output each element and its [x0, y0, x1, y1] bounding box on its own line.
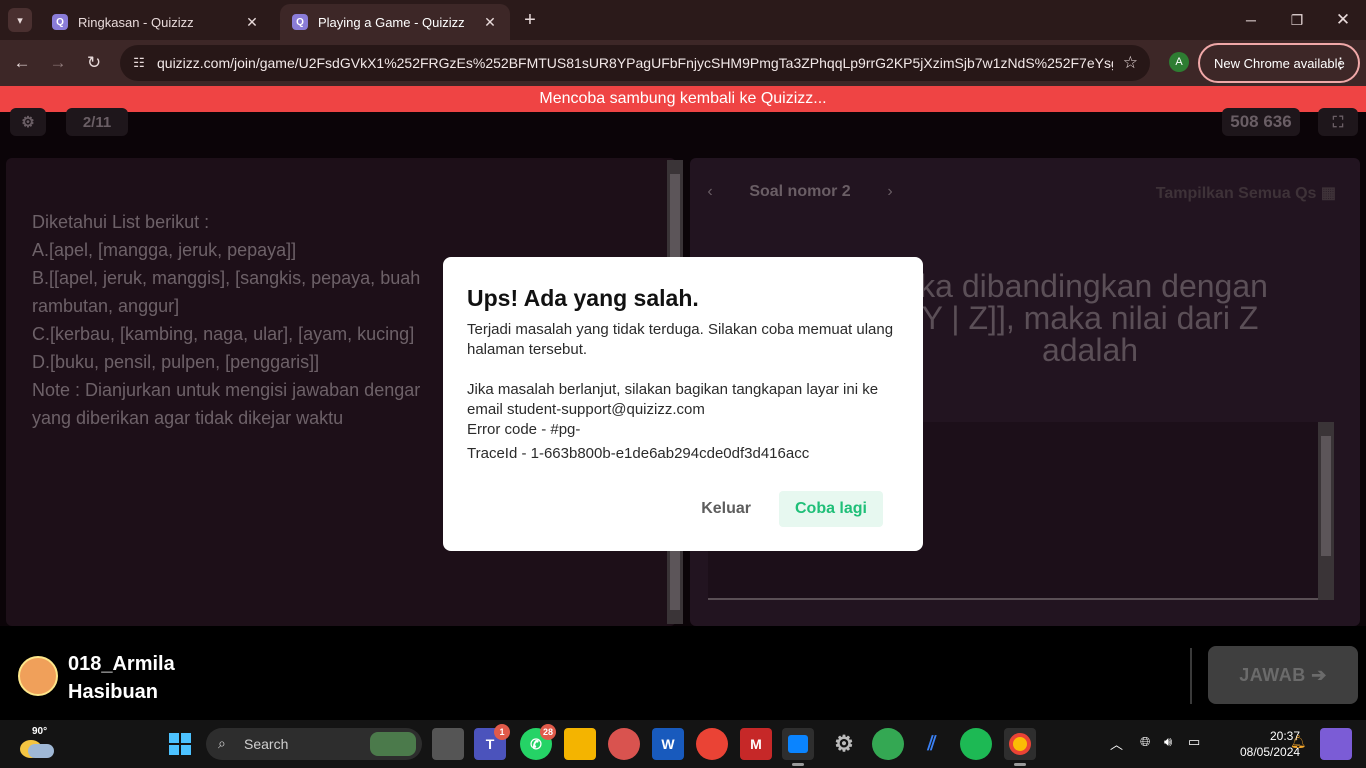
minimize-icon[interactable]: ─	[1228, 0, 1274, 40]
player-name-line: 018_Armila	[68, 653, 175, 675]
show-all-label: Tampilkan Semua Qs	[1155, 185, 1317, 202]
right-scrollbar[interactable]	[1318, 422, 1334, 600]
active-indicator	[792, 763, 804, 766]
browser-tab-strip: ▾ Q Ringkasan - Quizizz ✕ Q Playing a Ga…	[0, 0, 1366, 40]
question-nav: ‹ Soal nomor 2 ›	[690, 172, 910, 212]
back-arrow-icon[interactable]: ←	[8, 49, 36, 77]
cloud-icon	[28, 744, 54, 758]
player-name: 018_Armila Hasibuan	[68, 650, 175, 706]
volume-icon[interactable]: 🔊︎	[1164, 734, 1172, 750]
quizizz-favicon-icon: Q	[292, 14, 308, 30]
weather-widget[interactable]: 90°	[18, 726, 54, 762]
tray-chevron-icon[interactable]: ︿	[1110, 734, 1123, 753]
site-info-icon[interactable]: ☷	[130, 54, 148, 72]
settings-icon[interactable]: ⚙	[828, 728, 860, 760]
reload-icon[interactable]: ↻	[80, 49, 108, 77]
banner-text: Mencoba sambung kembali ke Quizizz...	[539, 90, 827, 107]
mendeley-icon[interactable]: M	[740, 728, 772, 760]
grid-icon: ▦	[1320, 185, 1336, 202]
tab-playing-game[interactable]: Q Playing a Game - Quizizz ✕	[280, 4, 510, 40]
chrome-profile-w-icon[interactable]	[872, 728, 904, 760]
trace-id: TraceId - 1-663b800b-e1de6ab294cde0df3d4…	[467, 445, 810, 462]
submit-label: JAWAB	[1239, 664, 1306, 685]
close-window-icon[interactable]: ✕	[1320, 0, 1366, 40]
dialog-support-message: Jika masalah berlanjut, silakan bagikan …	[467, 381, 879, 418]
app-owl-icon[interactable]	[608, 728, 640, 760]
dialog-actions: Keluar Coba lagi	[679, 491, 883, 527]
show-all-questions-button[interactable]: Tampilkan Semua Qs ▦	[1156, 183, 1336, 203]
dialog-message: Terjadi masalah yang tidak terduga. Sila…	[467, 321, 894, 358]
browser-toolbar: ← → ↻ ☷ quizizz.com/join/game/U2FsdGVkX1…	[0, 40, 1366, 86]
question-number-label: Soal nomor 2	[749, 183, 851, 200]
retry-button[interactable]: Coba lagi	[778, 491, 883, 527]
player-name-line: Hasibuan	[68, 681, 159, 703]
forward-arrow-icon[interactable]: →	[44, 49, 72, 77]
copilot-icon[interactable]	[1320, 728, 1352, 760]
tab-ringkasan[interactable]: Q Ringkasan - Quizizz ✕	[40, 4, 272, 40]
fullscreen-icon[interactable]: ⛶	[1318, 108, 1358, 136]
taskbar-search[interactable]: ⌕ Search	[206, 728, 422, 760]
scrollbar-thumb[interactable]	[1321, 436, 1331, 556]
tab-search-chevron-icon[interactable]: ▾	[8, 8, 32, 32]
search-highlight-icon	[370, 732, 416, 756]
active-indicator	[1014, 763, 1026, 766]
tab-label: Ringkasan - Quizizz	[78, 14, 194, 30]
teams-badge: 1	[494, 724, 510, 740]
whatsapp-badge: 28	[539, 724, 556, 740]
battery-icon[interactable]: ▭	[1188, 734, 1200, 750]
app-slash-icon[interactable]: ⫽	[916, 728, 948, 760]
search-label: Search	[244, 736, 289, 752]
footer-divider	[1190, 648, 1192, 704]
submit-answer-button[interactable]: JAWAB ➔	[1208, 646, 1358, 704]
network-globe-icon[interactable]: 🌐︎	[1140, 734, 1150, 750]
store-bag-icon	[788, 735, 808, 753]
spotify-icon[interactable]	[960, 728, 992, 760]
windows-taskbar: 90° ⌕ Search T1 ✆ 28 W M ⚙ ⫽ ︿ 🌐︎ 🔊︎ ▭ 20…	[0, 720, 1366, 768]
tab-label: Playing a Game - Quizizz	[318, 14, 465, 30]
start-windows-icon[interactable]	[164, 728, 196, 760]
exit-button[interactable]: Keluar	[679, 491, 773, 527]
tab-close-icon[interactable]: ✕	[244, 14, 260, 31]
word-icon[interactable]: W	[652, 728, 684, 760]
player-avatar	[18, 656, 58, 696]
quizizz-favicon-icon: Q	[52, 14, 68, 30]
task-view-icon[interactable]	[432, 728, 464, 760]
teams-icon[interactable]: T1	[474, 724, 510, 760]
address-bar[interactable]: ☷ quizizz.com/join/game/U2FsdGVkX1%252FR…	[120, 45, 1150, 81]
prev-question-icon[interactable]: ‹	[690, 183, 730, 201]
tab-close-icon[interactable]: ✕	[482, 14, 498, 31]
arrow-right-icon: ➔	[1311, 664, 1327, 685]
next-question-icon[interactable]: ›	[870, 183, 910, 201]
weather-temp: 90°	[32, 726, 48, 737]
chrome-logo-icon	[1009, 733, 1031, 755]
update-label: New Chrome available	[1214, 55, 1345, 71]
error-dialog: Ups! Ada yang salah. Terjadi masalah yan…	[443, 257, 923, 551]
file-explorer-icon[interactable]	[564, 728, 596, 760]
restore-icon[interactable]: ❐	[1274, 0, 1320, 40]
context-line: Diketahui List berikut :	[32, 212, 210, 232]
notification-bell-icon[interactable]: 🔔︎	[1290, 734, 1307, 750]
dialog-title: Ups! Ada yang salah.	[467, 285, 699, 311]
error-code: Error code - #pg-	[467, 421, 581, 438]
search-icon: ⌕	[218, 735, 226, 751]
url-text[interactable]: quizizz.com/join/game/U2FsdGVkX1%252FRGz…	[157, 55, 1113, 71]
bookmark-star-icon[interactable]: ☆	[1123, 53, 1138, 73]
settings-gear-icon[interactable]: ⚙	[10, 108, 46, 136]
reconnect-banner: Mencoba sambung kembali ke Quizizz...	[0, 86, 1366, 112]
new-chrome-available-button[interactable]: New Chrome available ⋮	[1198, 43, 1360, 83]
whatsapp-icon[interactable]: ✆ 28	[520, 724, 556, 760]
new-tab-plus-icon[interactable]: +	[518, 8, 542, 32]
profile-avatar[interactable]: A	[1169, 52, 1189, 72]
microsoft-store-icon[interactable]	[782, 728, 814, 766]
quiz-footer: 018_Armila Hasibuan JAWAB ➔	[0, 626, 1366, 720]
menu-dots-icon[interactable]: ⋮	[1333, 54, 1348, 72]
score-display: 508 636	[1222, 108, 1300, 136]
chrome-active-icon[interactable]	[1004, 728, 1036, 766]
question-progress: 2/11	[66, 108, 128, 136]
chrome-icon[interactable]	[696, 728, 728, 760]
